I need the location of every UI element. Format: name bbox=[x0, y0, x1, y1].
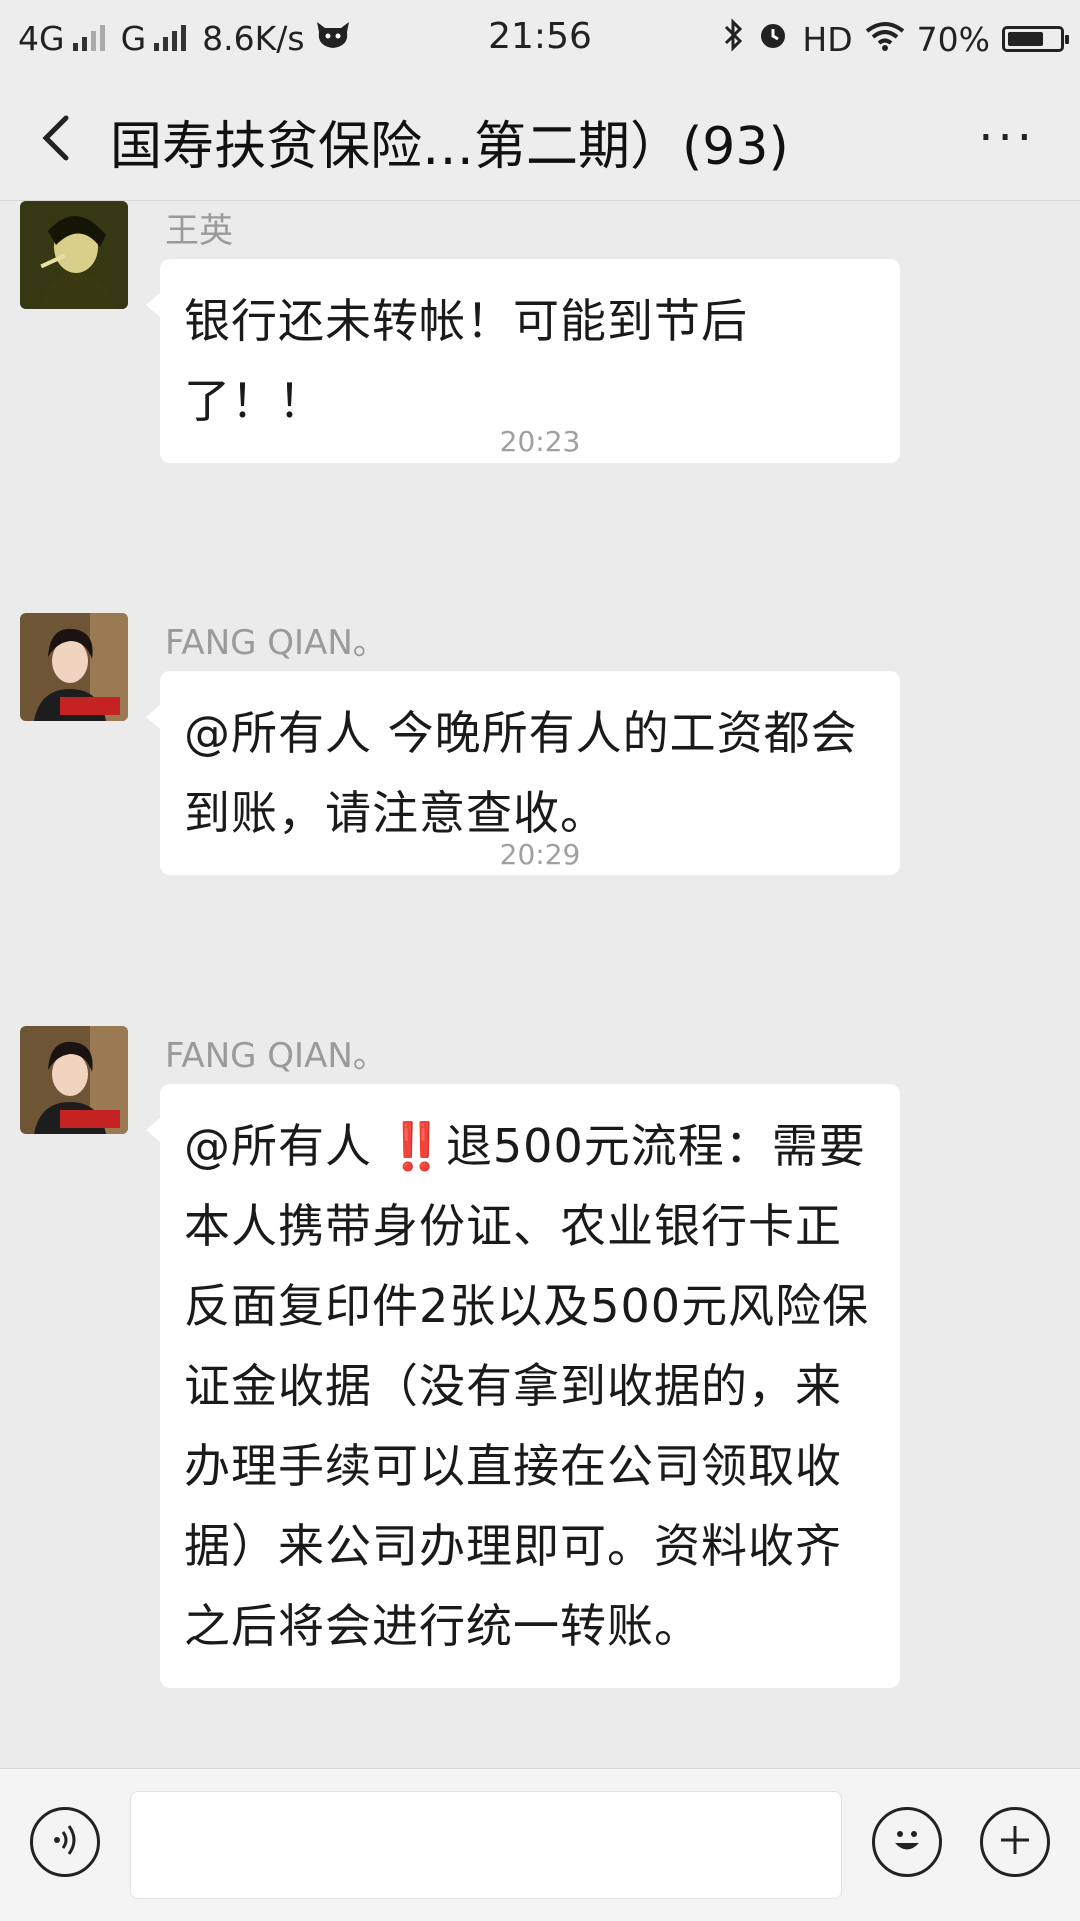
message-input[interactable] bbox=[130, 1791, 842, 1899]
sender-name: FANG QIAN。 bbox=[165, 1036, 387, 1076]
status-right: HD 70% bbox=[722, 18, 1069, 60]
input-bar bbox=[0, 1768, 1080, 1921]
sender-name: 王英 bbox=[165, 211, 233, 251]
smiley-icon bbox=[885, 1818, 929, 1866]
mention-text: @所有人 bbox=[184, 1119, 388, 1173]
battery-percent: 70% bbox=[916, 19, 990, 59]
message-list[interactable]: 王英 银行还未转帐！可能到节后了！！ 20:23 FANG QIAN。 @所有人… bbox=[0, 201, 1080, 1767]
voice-button[interactable] bbox=[30, 1807, 100, 1877]
wifi-icon bbox=[865, 20, 905, 59]
message-text: 退500元流程：需要本人携带身份证、农业银行卡正反面复印件2张以及500元风险保… bbox=[184, 1119, 870, 1653]
chat-header: 国寿扶贫保险…第二期）(93) ··· bbox=[0, 78, 1080, 201]
hd-label: HD bbox=[802, 19, 853, 59]
timestamp: 20:23 bbox=[499, 425, 581, 458]
double-exclamation-icon: ‼️ bbox=[387, 1119, 446, 1173]
avatar[interactable] bbox=[20, 613, 128, 721]
voice-icon bbox=[45, 1820, 85, 1864]
message-text: @所有人 今晚所有人的工资都会到账，请注意查收。 bbox=[184, 706, 858, 840]
sender-name: FANG QIAN。 bbox=[165, 623, 387, 663]
status-bar: 4G G 8.6K/s 21:56 HD 70% bbox=[0, 0, 1080, 78]
more-functions-button[interactable] bbox=[980, 1807, 1050, 1877]
avatar[interactable] bbox=[20, 201, 128, 309]
more-options-icon[interactable]: ··· bbox=[978, 114, 1036, 162]
message-text: 银行还未转帐！可能到节后了！！ bbox=[184, 294, 748, 428]
avatar[interactable] bbox=[20, 1026, 128, 1134]
back-arrow-icon[interactable] bbox=[34, 114, 82, 162]
alarm-icon bbox=[756, 18, 790, 60]
battery-icon bbox=[1002, 26, 1069, 52]
emoji-button[interactable] bbox=[872, 1807, 942, 1877]
message-bubble[interactable]: @所有人 ‼️退500元流程：需要本人携带身份证、农业银行卡正反面复印件2张以及… bbox=[146, 1084, 900, 1688]
bluetooth-icon bbox=[722, 18, 744, 60]
chat-title: 国寿扶贫保险…第二期）(93) bbox=[110, 117, 789, 177]
plus-icon bbox=[995, 1820, 1035, 1864]
timestamp: 20:29 bbox=[499, 838, 581, 871]
